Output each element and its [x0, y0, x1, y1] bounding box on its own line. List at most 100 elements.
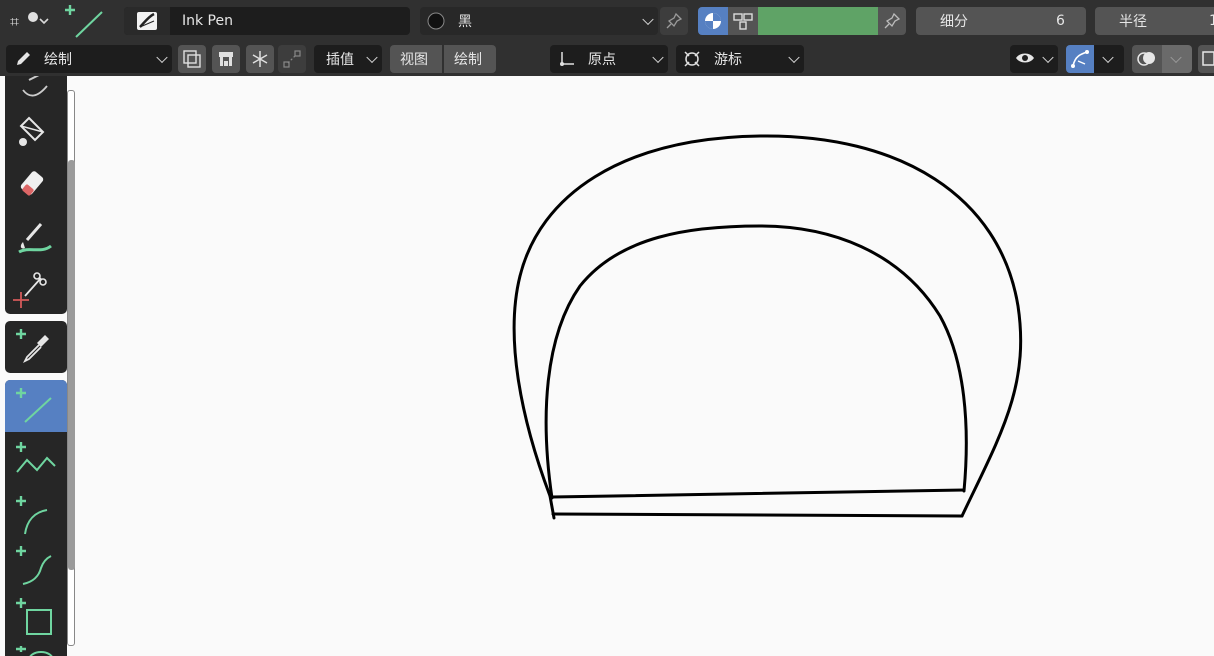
gizmo-toggle[interactable]	[1066, 45, 1094, 73]
cutter-icon	[13, 272, 47, 308]
left-side-stroke	[548, 494, 556, 520]
tool-button-draw[interactable]	[5, 76, 67, 102]
visibility-dropdown[interactable]	[1010, 45, 1058, 73]
box-icon	[16, 598, 52, 635]
interpolate-label: 插值	[326, 52, 354, 68]
snowflake-icon	[252, 51, 268, 67]
material-mode-icon	[705, 13, 721, 29]
draw-menu-label: 绘制	[454, 52, 482, 68]
lower-base-stroke	[551, 512, 964, 518]
tool-button-arc[interactable]	[5, 488, 67, 540]
arc-icon	[16, 496, 48, 535]
origin-dropdown[interactable]: 原点	[550, 45, 668, 73]
fill-bucket-icon	[19, 116, 45, 146]
chevron-down-icon	[156, 51, 168, 64]
guide-icon	[219, 52, 233, 66]
pin-icon	[666, 12, 683, 29]
brush-name: Ink Pen	[182, 13, 233, 29]
cursor-dropdown[interactable]: 游标	[676, 45, 804, 73]
brush-preview[interactable]	[124, 7, 170, 35]
material-name: 黑	[458, 14, 472, 30]
eye-icon	[1016, 53, 1034, 63]
inner-arch-stroke	[544, 224, 968, 500]
line-icon	[16, 388, 52, 423]
chevron-down-icon	[1042, 51, 1054, 64]
origin-axis-icon	[560, 52, 574, 66]
chevron-down-icon	[642, 13, 654, 26]
line-tool-icon[interactable]	[62, 2, 106, 40]
tool-button-circle[interactable]	[5, 646, 67, 656]
xray-icon	[1202, 51, 1214, 66]
draw-menu[interactable]: 绘制	[444, 45, 496, 73]
overlay-icon	[1137, 52, 1155, 66]
view-menu[interactable]: 视图	[390, 45, 442, 73]
cursor-label: 游标	[714, 52, 742, 68]
pin-material-button[interactable]	[660, 7, 688, 35]
subdivide-value: 6	[1056, 13, 1065, 29]
tool-shelf	[0, 76, 75, 656]
chevron-down-icon	[652, 51, 664, 64]
chevron-down-icon	[1102, 51, 1114, 64]
drawing-canvas[interactable]	[0, 76, 1214, 656]
tool-button-box[interactable]	[5, 594, 67, 646]
draw-mode-icon	[17, 52, 30, 65]
guides-button[interactable]	[278, 45, 306, 73]
eraser-icon	[20, 171, 44, 196]
subdivide-field[interactable]: 细分 6	[916, 7, 1086, 35]
multiframe-button[interactable]	[178, 45, 206, 73]
material-color-toggle[interactable]	[698, 7, 728, 35]
multiframe-icon	[183, 50, 201, 68]
tool-button-line[interactable]	[5, 380, 67, 432]
pin-color-button[interactable]	[878, 7, 906, 35]
curve-icon	[16, 546, 52, 585]
xray-toggle[interactable]	[1198, 45, 1214, 73]
vertex-color-toggle[interactable]	[728, 7, 758, 35]
chevron-down-icon	[366, 51, 378, 64]
vertex-paint-icon	[733, 13, 753, 30]
polyline-icon	[16, 442, 56, 473]
tool-button-eyedropper[interactable]	[5, 321, 67, 373]
tool-button-polyline[interactable]	[5, 434, 67, 486]
eyedropper-icon	[16, 329, 49, 364]
editor-type-button[interactable]: ⌗	[6, 8, 52, 34]
tool-settings-header: ⌗ Ink Pen 黑 细分 6 半径 1	[0, 0, 1214, 42]
tool-button-curve[interactable]	[5, 542, 67, 594]
guides-icon	[283, 50, 301, 68]
tint-brush-icon	[18, 223, 52, 254]
radius-value: 1	[1209, 13, 1214, 29]
overlay-toggle[interactable]	[1132, 45, 1162, 73]
draw-pen-icon	[22, 76, 48, 97]
circle-icon	[16, 646, 53, 656]
tool-shelf-scroll-thumb[interactable]	[68, 160, 75, 570]
auto-merge-button[interactable]	[212, 45, 240, 73]
grease-pencil-editor-icon: ⌗	[10, 12, 49, 31]
tool-button-fill[interactable]	[5, 104, 67, 156]
ink-brush-icon	[137, 12, 157, 30]
viewport-header: 绘制 插值 视图 绘制 原点 游标	[0, 42, 1214, 76]
tool-button-erase[interactable]	[5, 158, 67, 210]
tool-button-tint[interactable]	[5, 212, 67, 264]
3d-cursor-icon	[684, 51, 700, 67]
brush-selector[interactable]: Ink Pen	[124, 7, 410, 35]
view-menu-label: 视图	[400, 52, 428, 68]
origin-label: 原点	[588, 52, 616, 68]
material-sphere-icon	[427, 12, 445, 30]
overlay-dropdown[interactable]	[1162, 45, 1192, 73]
mode-dropdown[interactable]: 绘制	[6, 45, 172, 73]
interpolate-menu[interactable]: 插值	[314, 45, 382, 73]
svg-text:⌗: ⌗	[10, 12, 19, 31]
radius-field[interactable]: 半径 1	[1095, 7, 1214, 35]
tool-button-cutter[interactable]	[5, 266, 67, 314]
radius-label: 半径	[1119, 14, 1147, 30]
color-swatch[interactable]	[758, 7, 878, 35]
subdivide-label: 细分	[940, 14, 968, 30]
chevron-down-icon	[788, 51, 800, 64]
mode-label: 绘制	[44, 52, 72, 68]
gizmo-dropdown[interactable]	[1094, 45, 1124, 73]
upper-base-stroke	[550, 488, 966, 499]
gizmo-icon	[1071, 50, 1089, 68]
chevron-down-icon	[1170, 51, 1182, 64]
lock-stroke-button[interactable]	[246, 45, 274, 73]
pin-icon	[884, 12, 901, 29]
material-selector[interactable]: 黑	[420, 7, 658, 35]
